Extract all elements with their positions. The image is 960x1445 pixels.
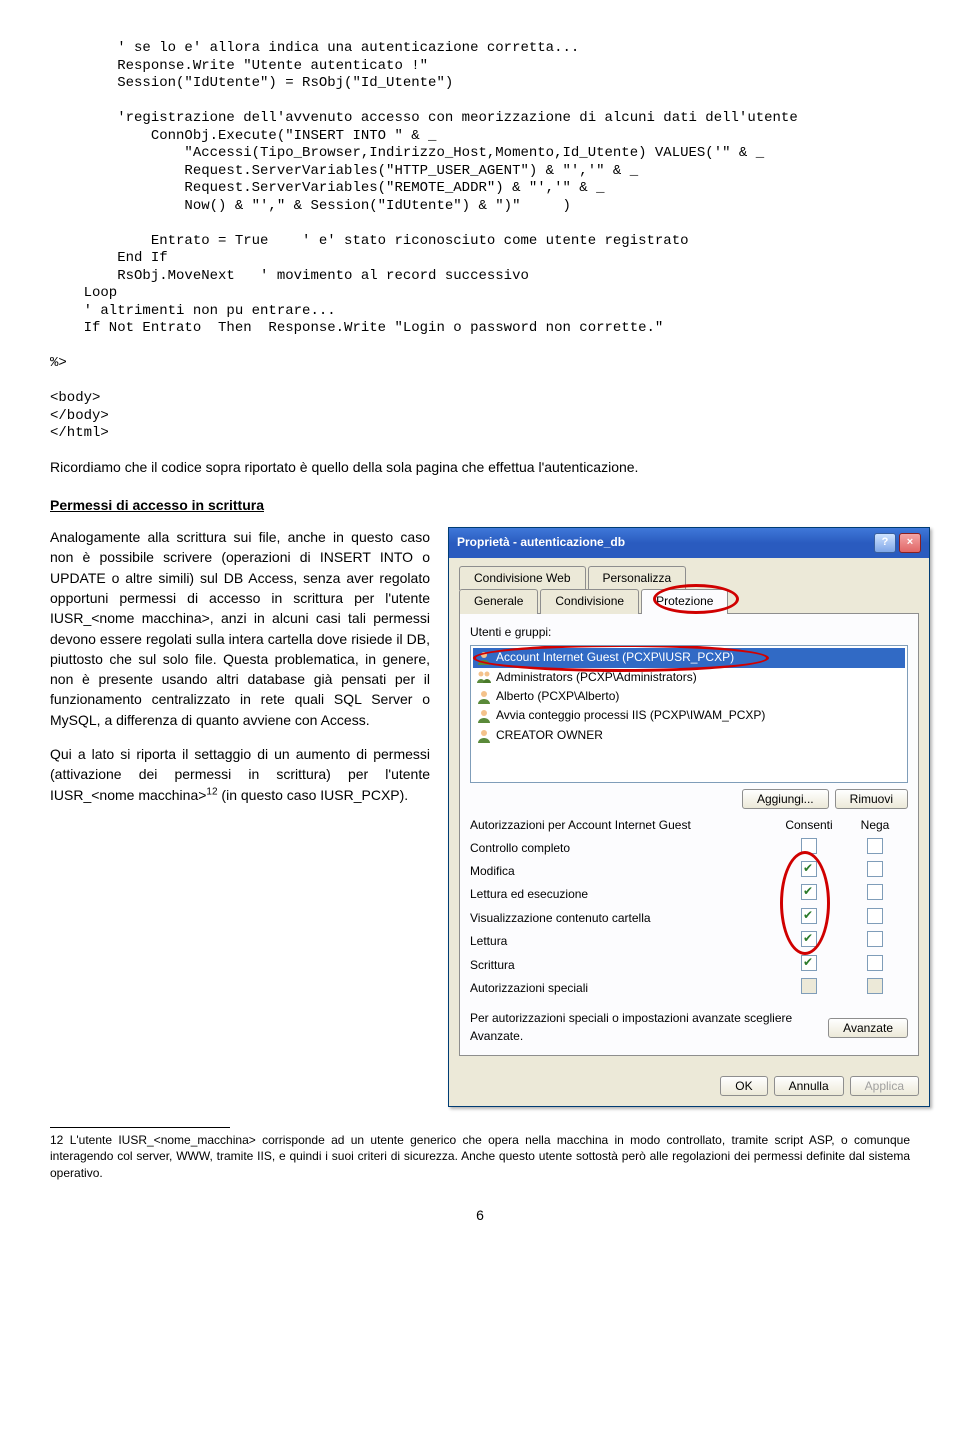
user-item-label: Administrators (PCXP\Administrators)	[496, 669, 697, 686]
code-line: Request.ServerVariables("REMOTE_ADDR") &…	[50, 180, 605, 196]
checkbox-allow[interactable]	[801, 955, 817, 971]
perm-row-lettura-esecuzione: Lettura ed esecuzione	[470, 883, 908, 906]
checkbox-deny[interactable]	[867, 978, 883, 994]
permissions-label: Autorizzazioni per Account Internet Gues…	[470, 817, 776, 834]
checkbox-deny[interactable]	[867, 908, 883, 924]
user-item-label: Avvia conteggio processi IIS (PCXP\IWAM_…	[496, 707, 765, 724]
user-item-alberto[interactable]: Alberto (PCXP\Alberto)	[473, 687, 905, 706]
column-nega: Nega	[842, 817, 908, 834]
user-icon	[476, 728, 492, 744]
body-paragraph-2b: Qui a lato si riporta il settaggio di un…	[50, 744, 430, 805]
code-line: %>	[50, 355, 67, 371]
code-line: <body>	[50, 390, 100, 406]
checkbox-deny[interactable]	[867, 884, 883, 900]
perm-row-scrittura: Scrittura	[470, 954, 908, 977]
code-line: </body>	[50, 408, 109, 424]
close-button[interactable]: ×	[899, 533, 921, 553]
checkbox-allow[interactable]	[801, 978, 817, 994]
code-line: Now() & "'," & Session("IdUtente") & ")"…	[50, 198, 571, 214]
perm-row-speciali: Autorizzazioni speciali	[470, 977, 908, 1000]
permissions-header: Autorizzazioni per Account Internet Gues…	[470, 817, 908, 834]
tab-protezione-label: Protezione	[656, 594, 713, 608]
user-item-iusr[interactable]: Account Internet Guest (PCXP\IUSR_PCXP)	[473, 648, 905, 667]
checkbox-allow[interactable]	[801, 908, 817, 924]
users-listbox[interactable]: Account Internet Guest (PCXP\IUSR_PCXP) …	[470, 645, 908, 783]
properties-dialog: Proprietà - autenticazione_db ? × Condiv…	[448, 527, 930, 1107]
code-line: Session("IdUtente") = RsObj("Id_Utente")	[50, 75, 453, 91]
page-number: 6	[50, 1205, 910, 1225]
tab-condivisione-web[interactable]: Condivisione Web	[459, 566, 586, 590]
section-title-permessi: Permessi di accesso in scrittura	[50, 495, 910, 515]
user-item-admins[interactable]: Administrators (PCXP\Administrators)	[473, 668, 905, 687]
tab-personalizza[interactable]: Personalizza	[588, 566, 687, 590]
perm-name: Visualizzazione contenuto cartella	[470, 910, 776, 927]
code-line: End If	[50, 250, 168, 266]
column-consenti: Consenti	[776, 817, 842, 834]
code-line: Loop	[50, 285, 117, 301]
protezione-panel: Utenti e gruppi: Account Internet Guest …	[459, 613, 919, 1056]
apply-button[interactable]: Applica	[850, 1076, 919, 1096]
user-item-label: CREATOR OWNER	[496, 727, 603, 744]
user-icon	[476, 650, 492, 666]
cancel-button[interactable]: Annulla	[774, 1076, 844, 1096]
footnote-separator	[50, 1127, 230, 1128]
perm-row-visualizzazione: Visualizzazione contenuto cartella	[470, 907, 908, 930]
user-icon	[476, 708, 492, 724]
user-item-iwam[interactable]: Avvia conteggio processi IIS (PCXP\IWAM_…	[473, 706, 905, 725]
tab-generale[interactable]: Generale	[459, 589, 538, 613]
code-line: </html>	[50, 425, 109, 441]
code-line: RsObj.MoveNext ' movimento al record suc…	[50, 268, 529, 284]
code-line: ' se lo e' allora indica una autenticazi…	[50, 40, 579, 56]
add-button[interactable]: Aggiungi...	[742, 789, 829, 809]
checkbox-allow[interactable]	[801, 931, 817, 947]
perm-row-controllo-completo: Controllo completo	[470, 837, 908, 860]
user-icon	[476, 689, 492, 705]
footnote-12: 12 L'utente IUSR_<nome_macchina> corrisp…	[50, 1132, 910, 1181]
ok-button[interactable]: OK	[720, 1076, 767, 1096]
advanced-button[interactable]: Avanzate	[828, 1018, 908, 1038]
code-line: 'registrazione dell'avvenuto accesso con…	[50, 110, 798, 126]
perm-name: Lettura ed esecuzione	[470, 886, 776, 903]
group-icon	[476, 669, 492, 685]
footnote-ref-12: 12	[206, 786, 217, 797]
perm-name: Lettura	[470, 933, 776, 950]
body-paragraph-2c-text: (in questo caso IUSR_PCXP).	[218, 787, 409, 803]
tab-condivisione[interactable]: Condivisione	[540, 589, 639, 613]
users-groups-label: Utenti e gruppi:	[470, 624, 908, 641]
user-item-label: Account Internet Guest (PCXP\IUSR_PCXP)	[496, 649, 734, 666]
perm-row-modifica: Modifica	[470, 860, 908, 883]
checkbox-deny[interactable]	[867, 861, 883, 877]
help-button[interactable]: ?	[874, 533, 896, 553]
code-line: If Not Entrato Then Response.Write "Logi…	[50, 320, 663, 336]
user-item-creator-owner[interactable]: CREATOR OWNER	[473, 726, 905, 745]
checkbox-allow[interactable]	[801, 884, 817, 900]
footnote-text: L'utente IUSR_<nome_macchina> corrispond…	[50, 1133, 910, 1179]
body-paragraph-2a: Analogamente alla scrittura sui file, an…	[50, 527, 430, 730]
code-line: ' altrimenti non pu entrare...	[50, 303, 336, 319]
advanced-text: Per autorizzazioni speciali o impostazio…	[470, 1010, 820, 1045]
user-item-label: Alberto (PCXP\Alberto)	[496, 688, 619, 705]
checkbox-allow[interactable]	[801, 861, 817, 877]
perm-name: Modifica	[470, 863, 776, 880]
code-line: ConnObj.Execute("INSERT INTO " & _	[50, 128, 436, 144]
code-line: Entrato = True ' e' stato riconosciuto c…	[50, 233, 689, 249]
body-paragraph-1: Ricordiamo che il codice sopra riportato…	[50, 457, 910, 477]
code-block: ' se lo e' allora indica una autenticazi…	[50, 40, 910, 443]
checkbox-deny[interactable]	[867, 955, 883, 971]
perm-name: Autorizzazioni speciali	[470, 980, 776, 997]
checkbox-allow[interactable]	[801, 838, 817, 854]
perm-name: Scrittura	[470, 957, 776, 974]
title-bar[interactable]: Proprietà - autenticazione_db ? ×	[449, 528, 929, 558]
remove-button[interactable]: Rimuovi	[835, 789, 908, 809]
tab-protezione[interactable]: Protezione	[641, 589, 728, 613]
footnote-number: 12	[50, 1133, 63, 1147]
checkbox-deny[interactable]	[867, 838, 883, 854]
checkbox-deny[interactable]	[867, 931, 883, 947]
perm-name: Controllo completo	[470, 840, 776, 857]
code-line: Request.ServerVariables("HTTP_USER_AGENT…	[50, 163, 638, 179]
code-line: "Accessi(Tipo_Browser,Indirizzo_Host,Mom…	[50, 145, 764, 161]
dialog-title: Proprietà - autenticazione_db	[457, 534, 625, 551]
code-line: Response.Write "Utente autenticato !"	[50, 58, 428, 74]
perm-row-lettura: Lettura	[470, 930, 908, 953]
